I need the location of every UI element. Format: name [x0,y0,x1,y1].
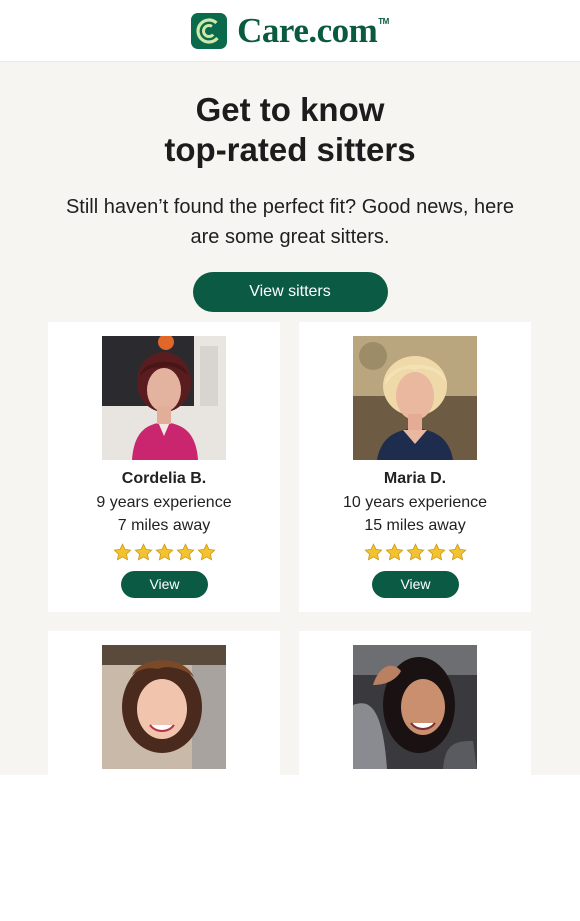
star-icon [196,543,216,561]
sitter-photo[interactable] [353,645,477,769]
intro-text: Still haven’t found the perfect fit? Goo… [65,196,515,248]
sitter-experience: 10 years experience [342,494,488,511]
sitter-photo[interactable] [353,336,477,460]
brand-wordmark[interactable]: Care.com [237,11,378,50]
star-icon [384,543,404,561]
star-icon [426,543,446,561]
brand-name[interactable]: Care.comTM [237,11,389,51]
care-logo-icon[interactable] [191,12,228,49]
email-header: Care.comTM [0,0,580,62]
headline-line-1: Get to know [195,91,385,128]
star-rating [48,543,280,562]
star-icon [154,543,174,561]
star-icon [405,543,425,561]
sitter-name: Maria D. [383,470,447,487]
sitter-photo[interactable] [102,336,226,460]
star-rating [299,543,531,562]
star-icon [363,543,383,561]
sitter-card[interactable]: Cordelia B. 9 years experience 7 miles a… [48,322,280,612]
star-icon [175,543,195,561]
sitter-distance: 7 miles away [117,517,211,534]
star-icon [447,543,467,561]
sitter-card[interactable]: Maria D. 10 years experience 15 miles aw… [299,322,531,612]
sitter-distance: 15 miles away [364,517,466,534]
sitter-card[interactable] [48,631,280,921]
star-icon [133,543,153,561]
view-sitters-button[interactable]: View sitters [192,272,388,312]
view-sitter-button[interactable]: View [121,571,208,598]
cta-container: View sitters [0,272,580,312]
star-icon [112,543,132,561]
page-title: Get to know top-rated sitters [0,62,580,170]
sitter-photo[interactable] [102,645,226,769]
email-body: Get to know top-rated sitters Still have… [0,62,580,921]
sitter-name: Cordelia B. [121,470,207,487]
sitter-experience: 9 years experience [96,494,232,511]
headline-line-2: top-rated sitters [164,131,416,168]
trademark-mark: TM [378,16,389,26]
sitter-card[interactable] [299,631,531,921]
view-sitter-button[interactable]: View [372,571,459,598]
